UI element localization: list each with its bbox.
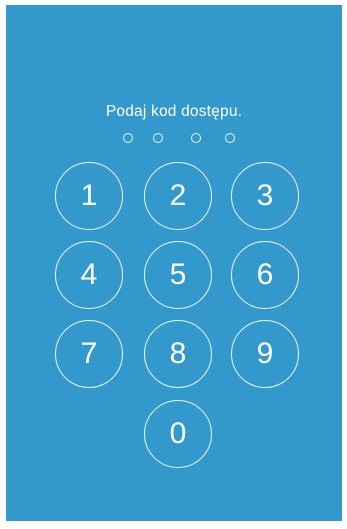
key-label: 3	[256, 179, 274, 212]
key-label: 2	[169, 179, 187, 212]
key-label: 7	[80, 337, 98, 370]
key-label: 8	[169, 337, 187, 370]
key-label: 0	[169, 417, 187, 450]
key-label: 1	[80, 179, 98, 212]
key-5-button[interactable]: 5	[144, 241, 212, 309]
key-2-button[interactable]: 2	[144, 162, 212, 230]
passcode-dot	[153, 133, 163, 143]
key-4-button[interactable]: 4	[55, 241, 123, 309]
passcode-dot	[123, 133, 133, 143]
passcode-prompt: Podaj kod dostępu.	[105, 103, 243, 120]
key-label: 9	[256, 337, 274, 370]
key-label: 5	[169, 258, 187, 291]
key-9-button[interactable]: 9	[231, 320, 299, 388]
key-7-button[interactable]: 7	[55, 320, 123, 388]
passcode-screen: Podaj kod dostępu. 1 2 3 4 5 6 7 8 9 0	[6, 5, 342, 521]
key-1-button[interactable]: 1	[55, 162, 123, 230]
key-3-button[interactable]: 3	[231, 162, 299, 230]
key-label: 6	[256, 258, 274, 291]
key-0-button[interactable]: 0	[144, 400, 212, 468]
passcode-dots	[6, 133, 342, 147]
passcode-dot	[191, 133, 201, 143]
key-label: 4	[80, 258, 98, 291]
key-6-button[interactable]: 6	[231, 241, 299, 309]
passcode-dot	[225, 133, 235, 143]
key-8-button[interactable]: 8	[144, 320, 212, 388]
